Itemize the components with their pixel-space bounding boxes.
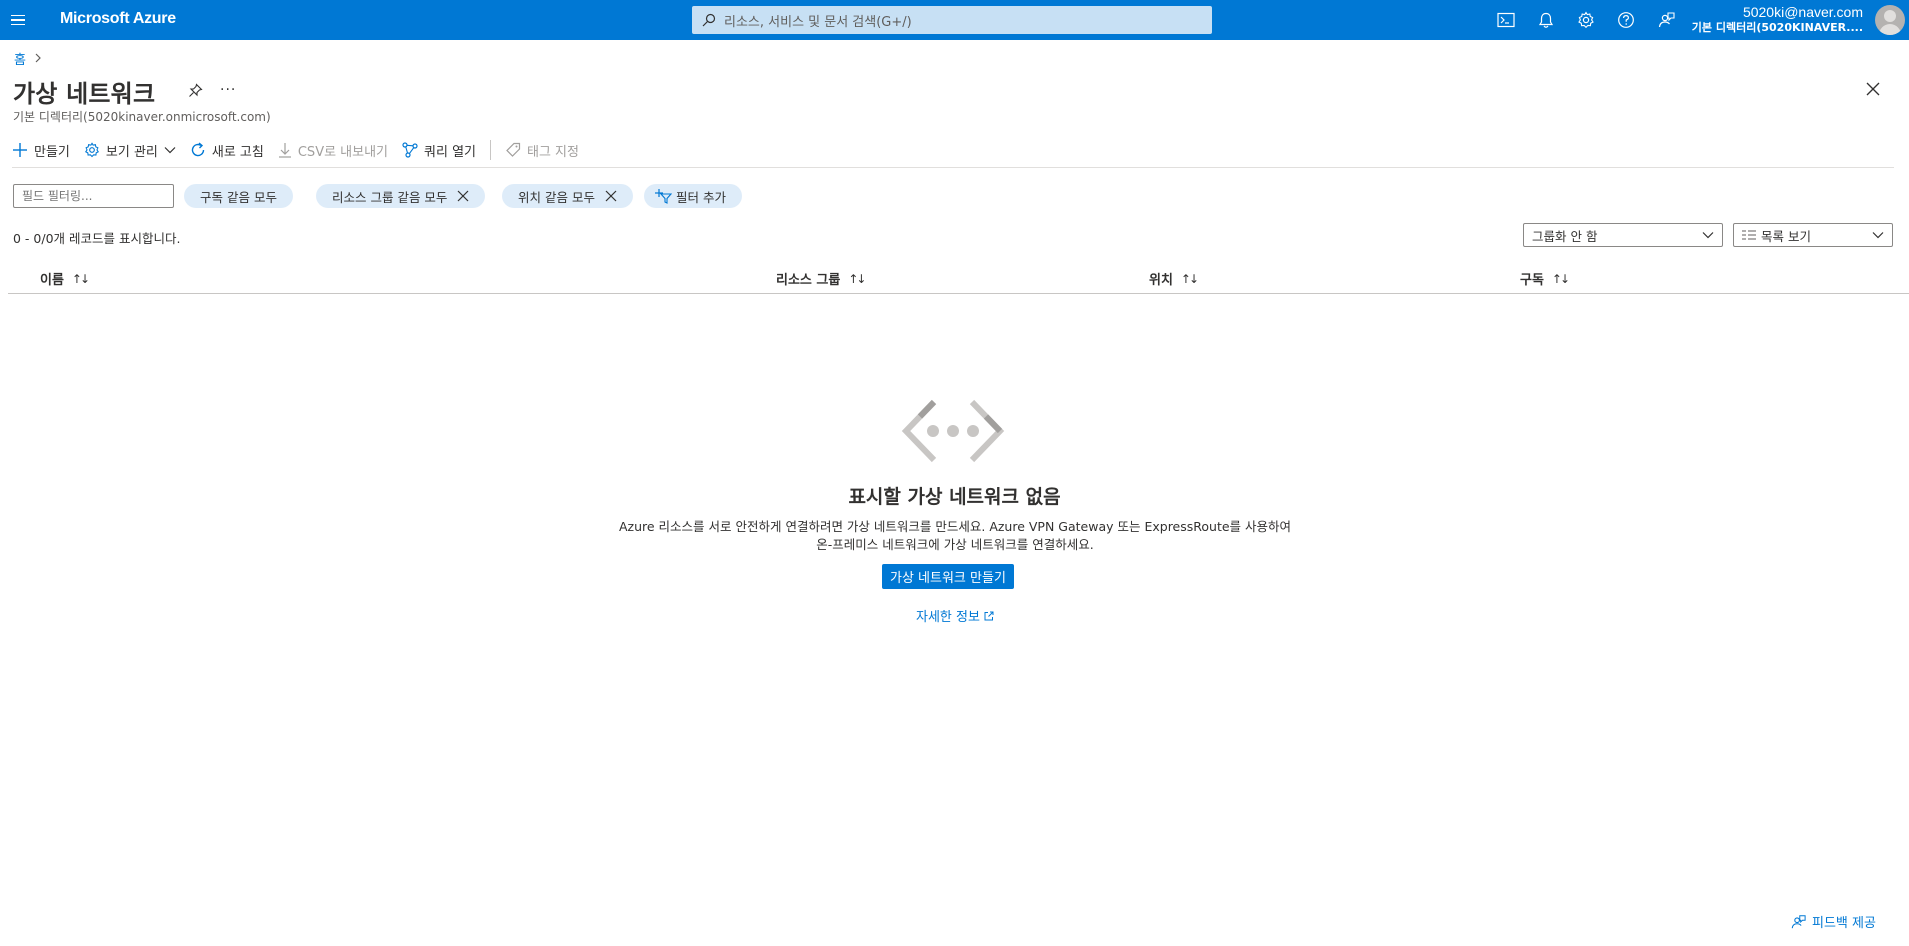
- column-header-resource-group[interactable]: 리소스 그룹 ↑↓: [776, 269, 866, 289]
- feedback-icon[interactable]: [1654, 8, 1678, 32]
- create-button[interactable]: 만들기: [12, 138, 70, 162]
- empty-state-title: 표시할 가상 네트워크 없음: [848, 486, 1061, 508]
- grouping-dropdown[interactable]: 그룹화 안 함: [1523, 223, 1723, 247]
- gear-icon: [84, 142, 99, 158]
- give-feedback-label: 피드백 제공: [1812, 916, 1876, 931]
- help-icon[interactable]: [1614, 8, 1638, 32]
- external-link-icon: [984, 611, 994, 620]
- column-header-subscription[interactable]: 구독 ↑↓: [1520, 269, 1570, 289]
- feedback-icon: [1791, 914, 1806, 928]
- breadcrumb-home-link[interactable]: 홈: [14, 49, 26, 68]
- manage-view-button[interactable]: 보기 관리: [84, 138, 176, 162]
- assign-tags-button[interactable]: 태그 지정: [505, 138, 579, 162]
- record-count: 0 - 0/0개 레코드를 표시합니다.: [13, 231, 181, 246]
- view-mode-dropdown[interactable]: 목록 보기: [1733, 223, 1893, 247]
- plus-icon: [13, 143, 27, 157]
- add-filter-icon: [655, 189, 672, 204]
- breadcrumb: 홈: [14, 49, 42, 68]
- sort-icon: ↑↓: [71, 271, 90, 286]
- column-header-subscription-label: 구독: [1520, 273, 1544, 288]
- chevron-down-icon: [1702, 232, 1714, 239]
- table-header: 이름 ↑↓ 리소스 그룹 ↑↓ 위치 ↑↓ 구독 ↑↓: [8, 260, 1909, 294]
- refresh-button[interactable]: 새로 고침: [190, 138, 264, 162]
- sort-icon: ↑↓: [848, 271, 866, 286]
- virtual-network-icon: [900, 398, 1006, 468]
- add-filter-label: 필터 추가: [676, 189, 726, 205]
- sort-icon: ↑↓: [1551, 271, 1570, 286]
- refresh-label: 새로 고침: [211, 144, 264, 160]
- give-feedback-link[interactable]: 피드백 제공: [1790, 912, 1876, 931]
- bell-icon[interactable]: [1534, 8, 1558, 32]
- close-icon[interactable]: [457, 190, 469, 202]
- more-options-icon[interactable]: ···: [220, 82, 236, 98]
- filter-pill-location-label: 위치 같음 모두: [518, 189, 595, 205]
- toolbar-divider: [490, 140, 491, 160]
- create-virtual-network-button[interactable]: 가상 네트워크 만들기: [882, 564, 1014, 589]
- create-label: 만들기: [34, 144, 70, 160]
- column-header-name-label: 이름: [40, 273, 64, 288]
- global-search-input[interactable]: 리소스, 서비스 및 문서 검색(G+/): [692, 6, 1212, 34]
- account-directory: 기본 디렉터리(5020KINAVER....: [1691, 21, 1863, 34]
- filter-pill-resource-group[interactable]: 리소스 그룹 같음 모두: [316, 184, 486, 208]
- column-header-resource-group-label: 리소스 그룹: [776, 273, 841, 288]
- avatar[interactable]: [1875, 5, 1905, 35]
- filter-pill-subscription-label: 구독 같음 모두: [200, 189, 277, 205]
- toolbar-divider-line: [12, 167, 1894, 168]
- account-email: 5020ki@naver.com: [1742, 4, 1863, 20]
- close-icon[interactable]: [605, 190, 617, 202]
- grouping-value: 그룹화 안 함: [1532, 228, 1598, 244]
- view-mode-value: 목록 보기: [1761, 228, 1811, 244]
- cloud-shell-icon[interactable]: [1494, 8, 1518, 32]
- chevron-down-icon: [1872, 232, 1884, 239]
- search-icon: [702, 13, 716, 27]
- page-title: 가상 네트워크: [13, 80, 156, 108]
- assign-tags-label: 태그 지정: [527, 144, 579, 160]
- hamburger-menu-icon[interactable]: [6, 8, 30, 32]
- column-header-location-label: 위치: [1149, 273, 1173, 288]
- column-header-location[interactable]: 위치 ↑↓: [1149, 269, 1199, 289]
- export-csv-label: CSV로 내보내기: [297, 144, 389, 160]
- manage-view-label: 보기 관리: [105, 144, 158, 160]
- field-filter-input[interactable]: [13, 184, 174, 208]
- account-menu[interactable]: 5020ki@naver.com 기본 디렉터리(5020KINAVER....: [1692, 4, 1863, 36]
- page-subtitle: 기본 디렉터리(5020kinaver.onmicrosoft.com): [13, 110, 271, 124]
- close-icon[interactable]: [1866, 82, 1880, 100]
- export-csv-button[interactable]: CSV로 내보내기: [278, 138, 388, 162]
- filter-pill-location[interactable]: 위치 같음 모두: [502, 184, 633, 208]
- list-view-icon: [1742, 230, 1756, 240]
- query-icon: [402, 142, 418, 158]
- brand-logo-text[interactable]: Microsoft Azure: [60, 10, 176, 28]
- command-bar: 만들기 보기 관리 새로 고침 CSV로 내보내기 쿼리 열기 태그 지정: [12, 138, 593, 162]
- chevron-down-icon: [164, 147, 176, 154]
- more-info-label: 자세한 정보: [916, 610, 980, 625]
- refresh-icon: [191, 142, 205, 157]
- download-icon: [278, 143, 291, 158]
- sort-icon: ↑↓: [1180, 271, 1199, 286]
- more-info-link[interactable]: 자세한 정보: [916, 606, 994, 625]
- open-query-button[interactable]: 쿼리 열기: [402, 138, 476, 162]
- open-query-label: 쿼리 열기: [424, 144, 476, 160]
- tag-icon: [506, 142, 521, 157]
- pin-icon[interactable]: [188, 83, 203, 102]
- empty-state-description: Azure 리소스를 서로 안전하게 연결하려면 가상 네트워크를 만드세요. …: [618, 519, 1292, 552]
- filter-pill-subscription[interactable]: 구독 같음 모두: [184, 184, 293, 208]
- search-placeholder: 리소스, 서비스 및 문서 검색(G+/): [724, 14, 912, 30]
- column-header-name[interactable]: 이름 ↑↓: [40, 269, 90, 289]
- add-filter-button[interactable]: 필터 추가: [644, 184, 742, 208]
- chevron-right-icon: [34, 52, 42, 66]
- filter-pill-resource-group-label: 리소스 그룹 같음 모두: [332, 189, 448, 205]
- gear-icon[interactable]: [1574, 8, 1598, 32]
- top-bar: Microsoft Azure 리소스, 서비스 및 문서 검색(G+/) 50…: [0, 0, 1909, 40]
